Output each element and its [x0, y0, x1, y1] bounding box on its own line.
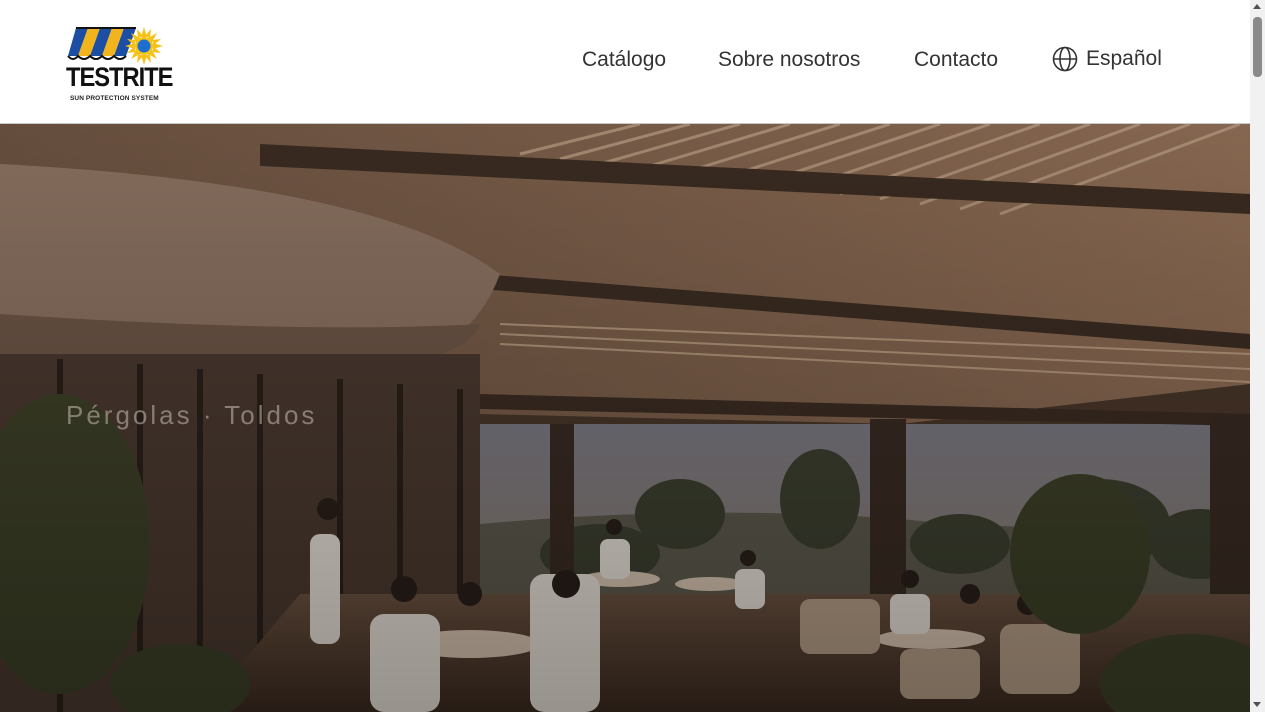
nav-item-catalogo[interactable]: Catálogo: [582, 48, 666, 72]
brand-logo[interactable]: TESTRITE SUN PROTECTION SYSTEM: [64, 24, 173, 106]
brand-name: TESTRITE: [66, 62, 173, 92]
hero-tagline: Pérgolas · Toldos: [66, 400, 318, 430]
language-selector[interactable]: Español: [1052, 44, 1162, 74]
globe-icon: [1052, 46, 1078, 72]
nav-item-sobre-nosotros[interactable]: Sobre nosotros: [718, 48, 860, 72]
hero-banner: Pérgolas · Toldos: [0, 124, 1250, 712]
language-label: Español: [1086, 47, 1162, 70]
page: TESTRITE SUN PROTECTION SYSTEM Catálogo …: [0, 0, 1265, 712]
scroll-down-arrow-icon[interactable]: [1253, 702, 1261, 707]
scrollbar-thumb[interactable]: [1253, 17, 1262, 77]
site-header: TESTRITE SUN PROTECTION SYSTEM Catálogo …: [0, 0, 1250, 124]
scroll-up-arrow-icon[interactable]: [1253, 4, 1261, 9]
scrollbar[interactable]: [1250, 0, 1265, 712]
brand-tagline: SUN PROTECTION SYSTEM: [70, 95, 159, 102]
nav-item-contacto[interactable]: Contacto: [914, 48, 998, 72]
